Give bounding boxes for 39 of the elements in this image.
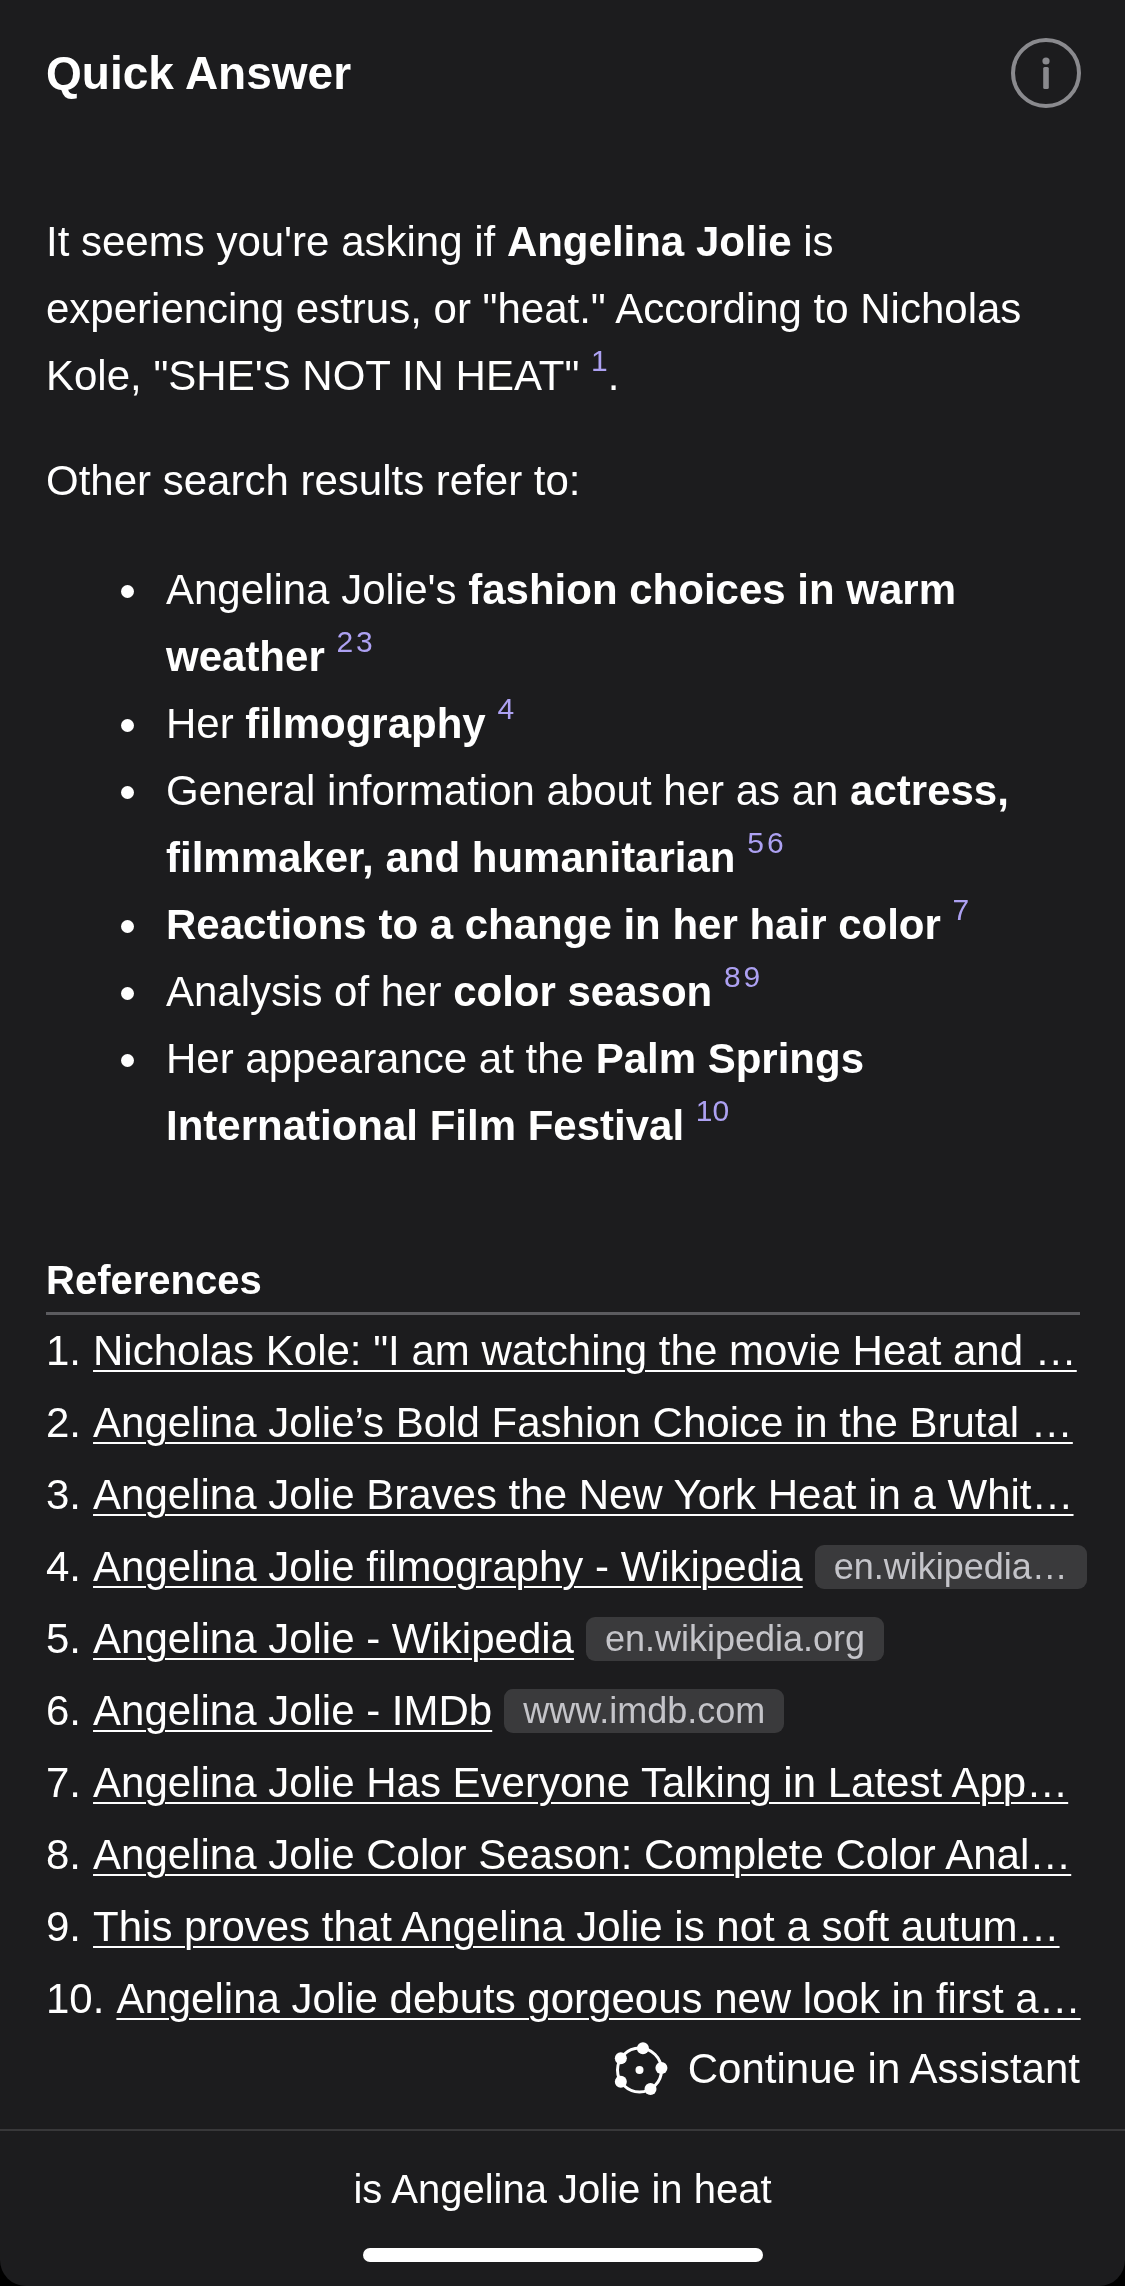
bullet-icon [121, 1054, 134, 1067]
continue-button[interactable]: Continue in Assistant [608, 2037, 1080, 2101]
list-item-text: Her filmography $^{4}$ [166, 691, 515, 749]
reference-link[interactable]: This proves that Angelina Jolie is not a soft autum… [93, 1903, 1060, 1951]
reference-link[interactable]: Angelina Jolie filmography - Wikipedia [93, 1543, 803, 1591]
reference-link[interactable]: Angelina Jolie Braves the New York Heat in a Whit… [93, 1471, 1074, 1519]
reference-number: 1. [46, 1327, 82, 1375]
bullet-icon [121, 920, 134, 933]
reference-number: 5. [46, 1615, 82, 1663]
reference-link[interactable]: Angelina Jolie Has Everyone Talking in Latest App… [93, 1759, 1069, 1807]
reference-number: 6. [46, 1687, 82, 1735]
reference-number: 8. [46, 1831, 82, 1879]
reference-number: 7. [46, 1759, 82, 1807]
reference-link[interactable]: Angelina Jolie - IMDb [93, 1687, 493, 1735]
list-item-text: Reactions to a change in her hair color $^{7}$ [166, 892, 970, 950]
query-text: is Angelina Jolie in heat [353, 2166, 772, 2213]
bullet-icon [121, 719, 134, 732]
reference-link[interactable]: Angelina Jolie - Wikipedia [93, 1615, 574, 1663]
domain-tag: en.wikipedia.org [585, 1617, 885, 1661]
bullet-icon [121, 585, 134, 598]
list-item-text: Her appearance at the Palm Springs International Film Festival $^{10}$ [166, 1034, 866, 1151]
reference-number: 10. [46, 1975, 105, 2023]
reference-number: 9. [46, 1903, 82, 1951]
reference-number: 3. [46, 1471, 82, 1519]
reference-number: 4. [46, 1543, 82, 1591]
reference-link[interactable]: Angelina Jolie Color Season: Complete Color Anal… [93, 1831, 1072, 1879]
answer-paragraph: It seems you're asking if Angelina Jolie is experiencing estrus, or "heat." According to Nicholas Kole, "SHE'S NOT IN HEAT" $^{1}$. [46, 217, 1023, 401]
reference-link[interactable]: Nicholas Kole: "I am watching the movie Heat and … [93, 1327, 1077, 1375]
info-icon[interactable] [1011, 38, 1081, 108]
bullet-icon [121, 987, 134, 1000]
references-heading: References [46, 1257, 262, 1304]
answer-title: Quick Answer [46, 46, 352, 101]
bullet-icon [121, 786, 134, 799]
reference-link[interactable]: Angelina Jolie debuts gorgeous new look in first a… [116, 1975, 1081, 2023]
reference-number: 2. [46, 1399, 82, 1447]
domain-tag: www.imdb.com [504, 1689, 785, 1733]
domain-tag: en.wikipedia… [814, 1545, 1087, 1589]
answer-paragraph: Other search results refer to: [46, 456, 581, 506]
reference-link[interactable]: Angelina Jolie’s Bold Fashion Choice in the Brutal … [93, 1399, 1073, 1447]
